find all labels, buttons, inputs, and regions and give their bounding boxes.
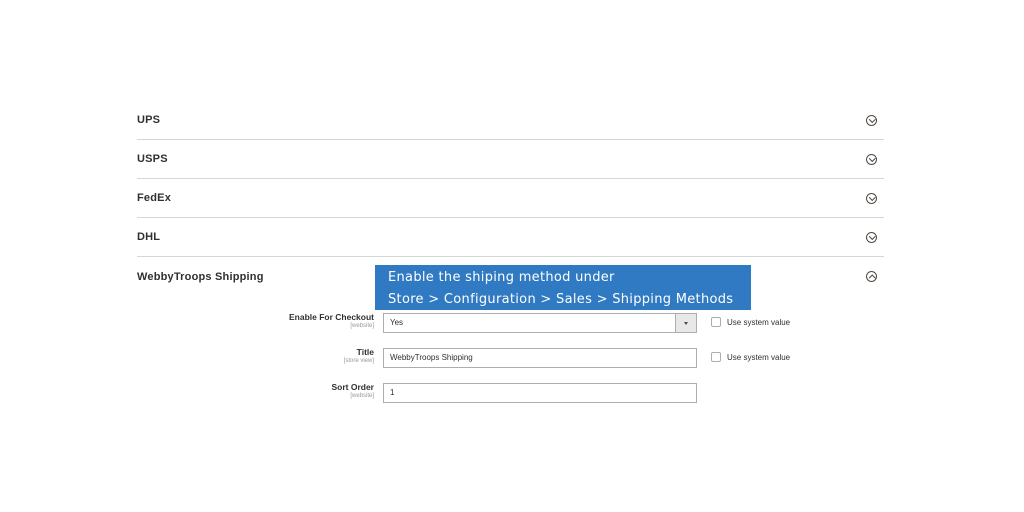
title-input[interactable]: WebbyTroops Shipping <box>383 348 697 368</box>
use-system-value-checkbox[interactable] <box>711 317 721 327</box>
enable-for-checkout-use-system[interactable]: Use system value <box>711 317 790 327</box>
tooltip-line-1: Enable the shiping method under <box>388 270 615 285</box>
section-title-ups: UPS <box>137 114 161 126</box>
section-title-usps: USPS <box>137 153 168 165</box>
enable-for-checkout-select[interactable]: Yes <box>383 313 697 333</box>
chevron-up-circle-icon[interactable] <box>866 271 877 282</box>
title-value: WebbyTroops Shipping <box>390 353 473 362</box>
enable-for-checkout-row: Enable For Checkout [website] Yes Use sy… <box>137 313 884 335</box>
section-title-fedex: FedEx <box>137 192 172 204</box>
title-row: Title [store view] WebbyTroops Shipping … <box>137 348 884 370</box>
sort-order-row: Sort Order [website] 1 <box>137 383 884 405</box>
sort-order-value: 1 <box>390 388 395 397</box>
title-scope: [store view] <box>343 358 374 364</box>
enable-for-checkout-label: Enable For Checkout <box>288 312 374 322</box>
sort-order-label: Sort Order <box>331 382 374 392</box>
sort-order-label-group: Sort Order [website] <box>174 383 374 400</box>
section-title-webbytroops: WebbyTroops Shipping <box>137 270 264 283</box>
section-title-dhl: DHL <box>137 231 161 243</box>
sort-order-input[interactable]: 1 <box>383 383 697 403</box>
dropdown-arrow-icon[interactable] <box>675 314 696 332</box>
title-label: Title <box>356 347 374 357</box>
tooltip-line-2: Store > Configuration > Sales > Shipping… <box>388 292 734 307</box>
section-dhl[interactable]: DHL <box>137 218 884 257</box>
title-label-group: Title [store view] <box>174 348 374 365</box>
enable-for-checkout-label-group: Enable For Checkout [website] <box>174 313 374 330</box>
title-use-system[interactable]: Use system value <box>711 352 790 362</box>
use-system-value-checkbox[interactable] <box>711 352 721 362</box>
info-tooltip: Enable the shiping method under Store > … <box>375 265 751 310</box>
chevron-down-circle-icon[interactable] <box>866 192 877 204</box>
enable-for-checkout-value: Yes <box>390 318 404 327</box>
sort-order-scope: [website] <box>350 393 374 399</box>
use-system-value-label: Use system value <box>727 352 791 362</box>
chevron-down-circle-icon[interactable] <box>866 114 877 126</box>
use-system-value-label: Use system value <box>727 317 791 327</box>
section-fedex[interactable]: FedEx <box>137 179 884 218</box>
section-usps[interactable]: USPS <box>137 140 884 179</box>
enable-for-checkout-scope: [website] <box>350 323 374 329</box>
section-ups[interactable]: UPS <box>137 101 884 140</box>
chevron-down-circle-icon[interactable] <box>866 153 877 165</box>
chevron-down-circle-icon[interactable] <box>866 231 877 243</box>
